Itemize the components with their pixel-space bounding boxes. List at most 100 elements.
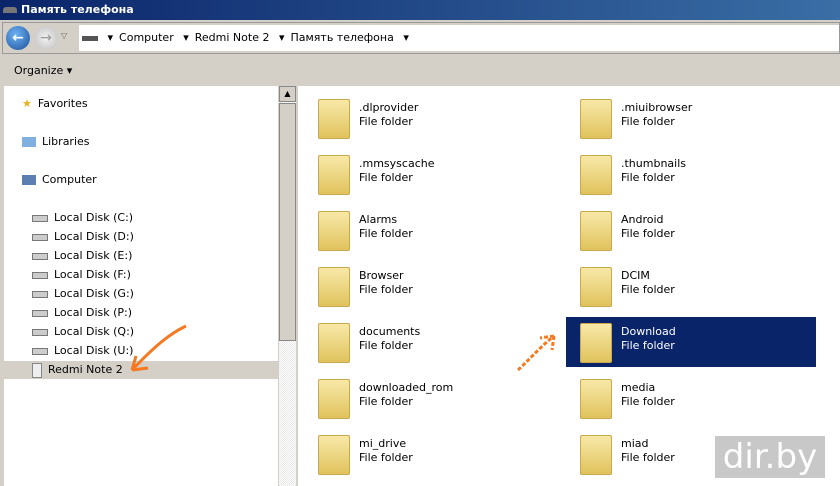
label: Local Disk (P:) — [54, 306, 133, 319]
folder-name: .miuibrowser — [621, 101, 693, 114]
label: Local Disk (D:) — [54, 230, 134, 243]
label: Local Disk (F:) — [54, 268, 131, 281]
folder-type: File folder — [621, 227, 675, 240]
chevron-icon[interactable]: ▾ — [108, 31, 114, 44]
folder-name: Browser — [359, 269, 404, 282]
sidebar-item-drive[interactable]: Local Disk (F:) — [32, 266, 131, 284]
sidebar-scrollbar[interactable]: ▲ — [279, 86, 296, 486]
folder-name: Android — [621, 213, 664, 226]
address-bar[interactable]: ▾ Computer ▾ Redmi Note 2 ▾ Память телефона… — [79, 25, 839, 51]
annotation-arrow-icon — [130, 324, 187, 372]
breadcrumb-storage[interactable]: Память телефона — [290, 31, 393, 44]
sidebar-item-drive[interactable]: Local Disk (G:) — [32, 285, 134, 303]
folder-type: File folder — [621, 115, 675, 128]
sidebar-item-drive[interactable]: Local Disk (U:) — [32, 342, 133, 360]
sidebar-item-drive[interactable]: Local Disk (E:) — [32, 247, 132, 265]
folder-type: File folder — [621, 395, 675, 408]
folder-icon — [318, 323, 350, 363]
folder-icon — [580, 99, 612, 139]
chevron-icon[interactable]: ▾ — [183, 31, 189, 44]
folder-icon — [318, 211, 350, 251]
forward-button[interactable]: → — [34, 26, 58, 50]
folder-icon — [580, 435, 612, 475]
sidebar-item-libraries[interactable]: Libraries — [22, 133, 90, 151]
folder-item[interactable]: media File folder — [566, 373, 816, 423]
back-button[interactable]: ← — [6, 26, 30, 50]
folder-type: File folder — [621, 339, 675, 352]
label: Computer — [42, 173, 97, 186]
window-title: Память телефона — [21, 3, 134, 16]
folder-icon — [580, 267, 612, 307]
drive-icon — [32, 328, 48, 336]
folder-icon — [580, 323, 612, 363]
scroll-thumb[interactable] — [279, 103, 296, 341]
sidebar-item-computer[interactable]: Computer — [22, 171, 97, 189]
folder-type: File folder — [621, 451, 675, 464]
phone-icon — [32, 362, 42, 378]
chevron-icon[interactable]: ▾ — [403, 31, 409, 44]
folder-type: File folder — [359, 227, 413, 240]
label: Local Disk (C:) — [54, 211, 134, 224]
folder-icon — [318, 435, 350, 475]
computer-icon — [22, 175, 36, 185]
folder-name: .mmsyscache — [359, 157, 435, 170]
drive-icon — [32, 233, 48, 241]
folder-item[interactable]: Alarms File folder — [304, 205, 554, 255]
folder-item[interactable]: .miuibrowser File folder — [566, 93, 816, 143]
folder-type: File folder — [359, 451, 413, 464]
folder-item[interactable]: .dlprovider File folder — [304, 93, 554, 143]
label: Redmi Note 2 — [48, 363, 123, 376]
device-icon — [82, 35, 98, 41]
drive-icon — [32, 290, 48, 298]
folder-icon — [318, 99, 350, 139]
organize-button[interactable]: Organize ▾ — [14, 64, 72, 77]
organize-label: Organize — [14, 64, 64, 77]
file-list: .dlprovider File folder .miuibrowser File f… — [298, 86, 840, 486]
folder-type: File folder — [359, 283, 413, 296]
star-icon: ★ — [22, 97, 32, 110]
sidebar-item-drive[interactable]: Local Disk (P:) — [32, 304, 132, 322]
sidebar-item-drive[interactable]: Local Disk (Q:) — [32, 323, 134, 341]
sidebar-item-drive[interactable]: Local Disk (C:) — [32, 209, 133, 227]
folder-name: Download — [621, 325, 676, 338]
drive-icon — [32, 309, 48, 317]
folder-item[interactable]: mi_drive File folder — [304, 429, 554, 479]
folder-icon — [580, 379, 612, 419]
folder-item[interactable]: documents File folder — [304, 317, 554, 367]
label: Libraries — [42, 135, 90, 148]
label: Local Disk (U:) — [54, 344, 134, 357]
folder-name: .dlprovider — [359, 101, 419, 114]
watermark: dir.by — [715, 436, 825, 478]
folder-type: File folder — [621, 171, 675, 184]
folder-name: .thumbnails — [621, 157, 687, 170]
sidebar-item-favorites[interactable]: ★ Favorites — [22, 95, 88, 113]
sidebar-item-drive[interactable]: Local Disk (D:) — [32, 228, 134, 246]
folder-name: documents — [359, 325, 421, 338]
label: Local Disk (E:) — [54, 249, 133, 262]
folder-name: miad — [621, 437, 649, 450]
label: Local Disk (Q:) — [54, 325, 135, 338]
drive-icon — [32, 347, 48, 355]
chevron-icon[interactable]: ▾ — [279, 31, 285, 44]
folder-item[interactable]: downloaded_rom File folder — [304, 373, 554, 423]
folder-item[interactable]: Download File folder — [566, 317, 816, 367]
phone-icon — [3, 7, 17, 13]
libraries-icon — [22, 137, 36, 147]
history-dropdown-icon[interactable]: ▽ — [61, 31, 67, 40]
drive-icon — [32, 214, 48, 222]
folder-type: File folder — [359, 339, 413, 352]
folder-item[interactable]: .mmsyscache File folder — [304, 149, 554, 199]
folder-item[interactable]: DCIM File folder — [566, 261, 816, 311]
breadcrumb-computer[interactable]: Computer — [119, 31, 174, 44]
folder-icon — [580, 211, 612, 251]
folder-icon — [318, 155, 350, 195]
label: Local Disk (G:) — [54, 287, 134, 300]
breadcrumb-device[interactable]: Redmi Note 2 — [195, 31, 270, 44]
folder-item[interactable]: .thumbnails File folder — [566, 149, 816, 199]
folder-name: downloaded_rom — [359, 381, 454, 394]
title-bar: Память телефона — [0, 0, 840, 20]
folder-item[interactable]: Browser File folder — [304, 261, 554, 311]
navigation-bar: ← → ▽ ▾ Computer ▾ Redmi Note 2 ▾ Память те… — [2, 22, 840, 54]
folder-item[interactable]: Android File folder — [566, 205, 816, 255]
scroll-up-icon[interactable]: ▲ — [279, 86, 296, 102]
